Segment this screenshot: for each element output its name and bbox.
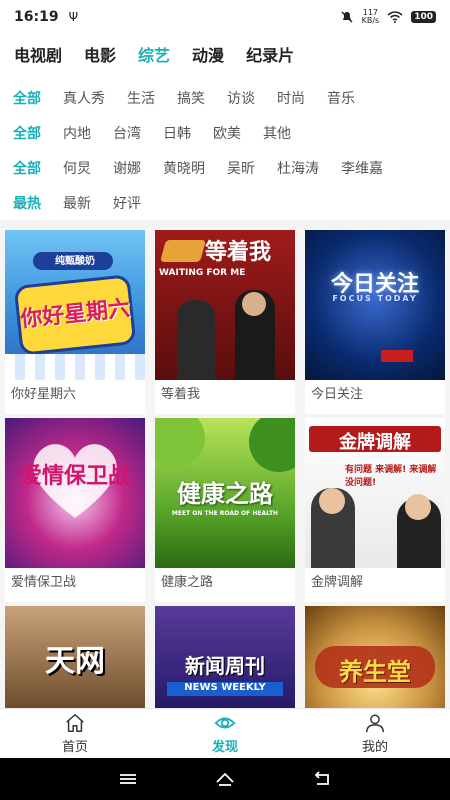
nav-mine[interactable]: 我的 [300,709,450,758]
category-tabs: 电视剧 电影 综艺 动漫 纪录片 [0,36,450,72]
genre-chip-fashion[interactable]: 时尚 [277,88,305,108]
back-icon[interactable] [311,770,333,788]
sort-chip-top-rated[interactable]: 好评 [113,193,141,213]
show-poster: 金牌调解 有问题 来调解! 来调解 没问题! [305,418,445,568]
show-card-focus-today[interactable]: 今日关注 FOCUS TODAY 今日关注 [305,230,445,414]
poster-title-text: 金牌调解 [339,432,411,453]
nav-home-label: 首页 [61,740,88,755]
show-grid: 纯甄酸奶 你好星期六 你好星期六 等着我 WAITING FOR ME 等着我 … [0,228,450,708]
show-name: 等着我 [155,380,295,414]
poster-subtitle-text: 有问题 来调解! 来调解 没问题! [345,465,437,488]
poster-subtitle-text: MEET ON THE ROAD OF HEALTH [171,510,279,517]
host-chip-all[interactable]: 全部 [13,158,41,178]
show-name: 爱情保卫战 [5,568,145,602]
show-poster: 天网 [5,606,145,708]
show-name: 今日关注 [305,380,445,414]
bottom-nav: 首页 发现 我的 [0,708,450,758]
show-poster: 等着我 WAITING FOR ME [155,230,295,380]
host-chip[interactable]: 杜海涛 [277,158,319,178]
region-chip-jpkr[interactable]: 日韩 [163,123,191,143]
poster-title-text: 爱情保卫战 [19,464,130,489]
show-poster: 健康之路 MEET ON THE ROAD OF HEALTH [155,418,295,568]
net-speed-unit: KB/s [361,16,380,25]
tab-documentary[interactable]: 纪录片 [246,42,294,66]
host-chip[interactable]: 吴昕 [227,158,255,178]
host-chip[interactable]: 谢娜 [113,158,141,178]
poster-subtitle-text: NEWS WEEKLY [184,682,266,693]
battery-icon: 100 [411,11,436,23]
net-speed: 117 KB/s [362,9,380,25]
genre-chip-life[interactable]: 生活 [127,88,155,108]
show-card-tianwang[interactable]: 天网 [5,606,145,708]
host-chip[interactable]: 李维嘉 [341,158,383,178]
poster-subtitle-text: WAITING FOR ME [159,268,246,278]
show-card-waiting-for-me[interactable]: 等着我 WAITING FOR ME 等着我 [155,230,295,414]
show-card-road-of-health[interactable]: 健康之路 MEET ON THE ROAD OF HEALTH 健康之路 [155,418,295,602]
host-filter-row: 全部 何炅 谢娜 黄晓明 吴昕 杜海涛 李维嘉 [0,150,450,185]
region-chip-taiwan[interactable]: 台湾 [113,123,141,143]
nav-discover[interactable]: 发现 [150,709,300,758]
genre-chip-comedy[interactable]: 搞笑 [177,88,205,108]
show-poster: 今日关注 FOCUS TODAY [305,230,445,380]
sort-chip-hottest[interactable]: 最热 [13,193,41,213]
tab-anime[interactable]: 动漫 [192,42,224,66]
nav-discover-label: 发现 [211,740,238,755]
show-card-news-weekly[interactable]: 新闻周刊 NEWS WEEKLY [155,606,295,708]
tab-variety[interactable]: 综艺 [138,42,170,66]
show-poster: 新闻周刊 NEWS WEEKLY [155,606,295,708]
poster-title-text: 天网 [45,644,105,679]
status-bar: 16:19 Ψ 117 KB/s 100 [0,0,450,34]
genre-filter-row: 全部 真人秀 生活 搞笑 访谈 时尚 音乐 [0,80,450,115]
region-chip-mainland[interactable]: 内地 [63,123,91,143]
show-card-gold-mediation[interactable]: 金牌调解 有问题 来调解! 来调解 没问题! 金牌调解 [305,418,445,602]
home-icon [66,714,84,732]
poster-subtitle-text: FOCUS TODAY [332,294,418,303]
sort-filter-row: 最热 最新 好评 [0,185,450,220]
show-poster: 爱情保卫战 [5,418,145,568]
poster-title-text: 等着我 [205,240,272,265]
sort-chip-newest[interactable]: 最新 [63,193,91,213]
host-chip[interactable]: 何炅 [63,158,91,178]
filter-panel: 全部 真人秀 生活 搞笑 访谈 时尚 音乐 全部 内地 台湾 日韩 欧美 其他 … [0,80,450,220]
status-time: 16:19 [14,9,59,25]
show-name: 你好星期六 [5,380,145,414]
poster-brand-text: 纯甄酸奶 [55,256,95,267]
wifi-icon [387,11,403,23]
region-filter-row: 全部 内地 台湾 日韩 欧美 其他 [0,115,450,150]
show-card-hello-saturday[interactable]: 纯甄酸奶 你好星期六 你好星期六 [5,230,145,414]
host-chip[interactable]: 黄晓明 [163,158,205,178]
show-name: 健康之路 [155,568,295,602]
show-poster: 养生堂 [305,606,445,708]
genre-chip-talk[interactable]: 访谈 [227,88,255,108]
show-name: 金牌调解 [305,568,445,602]
genre-chip-music[interactable]: 音乐 [327,88,355,108]
poster-title-text: 健康之路 [177,480,273,508]
eye-icon [214,717,236,729]
channel-logo [381,350,413,362]
menu-icon[interactable] [117,770,139,788]
tab-tv-series[interactable]: 电视剧 [14,42,62,66]
tab-movies[interactable]: 电影 [84,42,116,66]
status-right: 117 KB/s 100 [340,9,436,25]
show-card-love-defense[interactable]: 爱情保卫战 爱情保卫战 [5,418,145,602]
nav-home[interactable]: 首页 [0,709,150,758]
region-chip-all[interactable]: 全部 [13,123,41,143]
genre-chip-all[interactable]: 全部 [13,88,41,108]
home-nav-icon[interactable] [214,770,236,788]
mute-icon [341,11,353,23]
person-icon [366,714,384,733]
usb-icon: Ψ [68,10,79,24]
region-chip-western[interactable]: 欧美 [213,123,241,143]
show-card-yangshengtang[interactable]: 养生堂 [305,606,445,708]
region-chip-other[interactable]: 其他 [263,123,291,143]
section-divider [0,220,450,228]
poster-title-text: 新闻周刊 [185,654,265,678]
show-poster: 纯甄酸奶 你好星期六 [5,230,145,380]
nav-mine-label: 我的 [361,740,388,755]
genre-chip-reality[interactable]: 真人秀 [63,88,105,108]
system-nav-bar [0,758,450,800]
poster-title-text: 养生堂 [339,658,411,686]
